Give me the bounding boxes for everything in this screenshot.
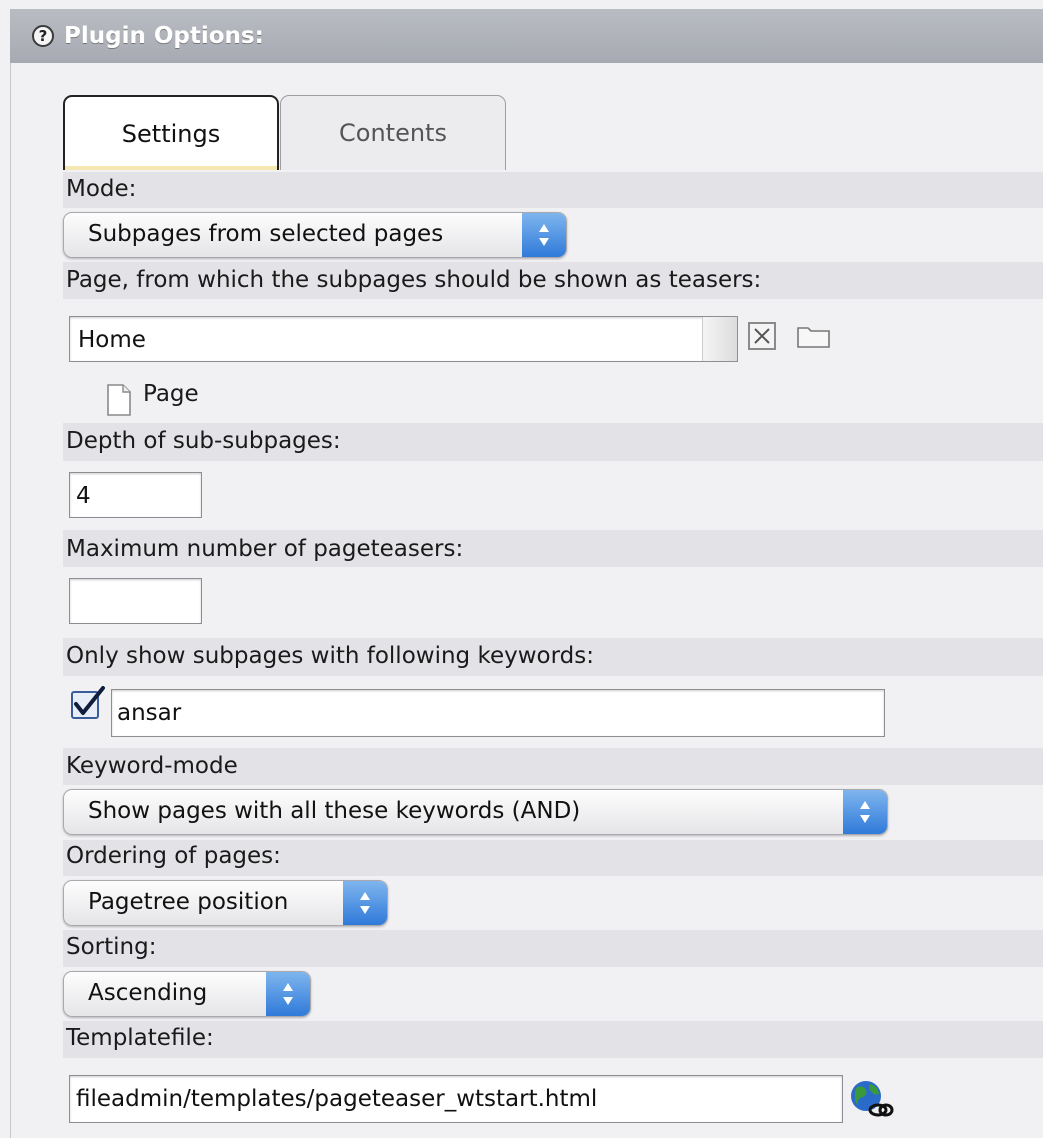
record-list-scrollbar[interactable] [702, 317, 737, 361]
sorting-label: Sorting: [66, 934, 157, 960]
page-icon [106, 383, 132, 421]
sorting-label-band [63, 930, 1043, 967]
select-arrows-icon [343, 881, 387, 925]
remove-icon[interactable] [747, 321, 777, 355]
keywords-input[interactable]: ansar [111, 689, 885, 737]
tab-settings[interactable]: Settings [63, 95, 279, 170]
ordering-select[interactable]: Pagetree position [63, 880, 388, 926]
templatefile-input[interactable]: fileadmin/templates/pageteaser_wtstart.h… [69, 1075, 843, 1123]
mode-select[interactable]: Subpages from selected pages [63, 212, 567, 258]
mode-label: Mode: [66, 176, 137, 202]
left-border [10, 63, 11, 1138]
keywords-checkbox[interactable] [70, 686, 106, 726]
page-record-value: Home [78, 327, 146, 353]
mode-select-value: Subpages from selected pages [88, 221, 444, 247]
max-teasers-label: Maximum number of pageteasers: [66, 536, 464, 562]
ordering-value: Pagetree position [88, 889, 289, 915]
select-arrows-icon [522, 213, 566, 257]
keyword-mode-select[interactable]: Show pages with all these keywords (AND) [63, 789, 888, 835]
mode-label-band [63, 172, 1043, 208]
depth-label: Depth of sub-subpages: [66, 428, 341, 454]
folder-icon[interactable] [796, 323, 832, 353]
help-icon[interactable]: ? [32, 25, 54, 47]
keyword-mode-value: Show pages with all these keywords (AND) [88, 798, 581, 824]
max-teasers-input[interactable] [69, 578, 202, 624]
keywords-label: Only show subpages with following keywor… [66, 643, 594, 669]
page-label: Page, from which the subpages should be … [66, 267, 762, 293]
select-arrows-icon [843, 790, 887, 834]
sorting-select[interactable]: Ascending [63, 971, 311, 1017]
sorting-value: Ascending [88, 980, 208, 1006]
page-record-list[interactable]: Home [69, 316, 738, 362]
plugin-options-header: ? Plugin Options: [10, 9, 1043, 63]
depth-value: 4 [76, 483, 91, 509]
keywords-value: ansar [117, 700, 182, 726]
keyword-mode-label: Keyword-mode [66, 753, 238, 779]
depth-input[interactable]: 4 [69, 472, 202, 518]
globe-link-icon[interactable] [848, 1078, 894, 1126]
ordering-label: Ordering of pages: [66, 843, 281, 869]
page-type-label: Page [143, 381, 199, 407]
templatefile-label: Templatefile: [66, 1025, 214, 1051]
select-arrows-icon [266, 972, 310, 1016]
templatefile-value: fileadmin/templates/pageteaser_wtstart.h… [76, 1086, 598, 1112]
tab-contents[interactable]: Contents [280, 95, 506, 170]
header-title: Plugin Options: [64, 23, 264, 49]
